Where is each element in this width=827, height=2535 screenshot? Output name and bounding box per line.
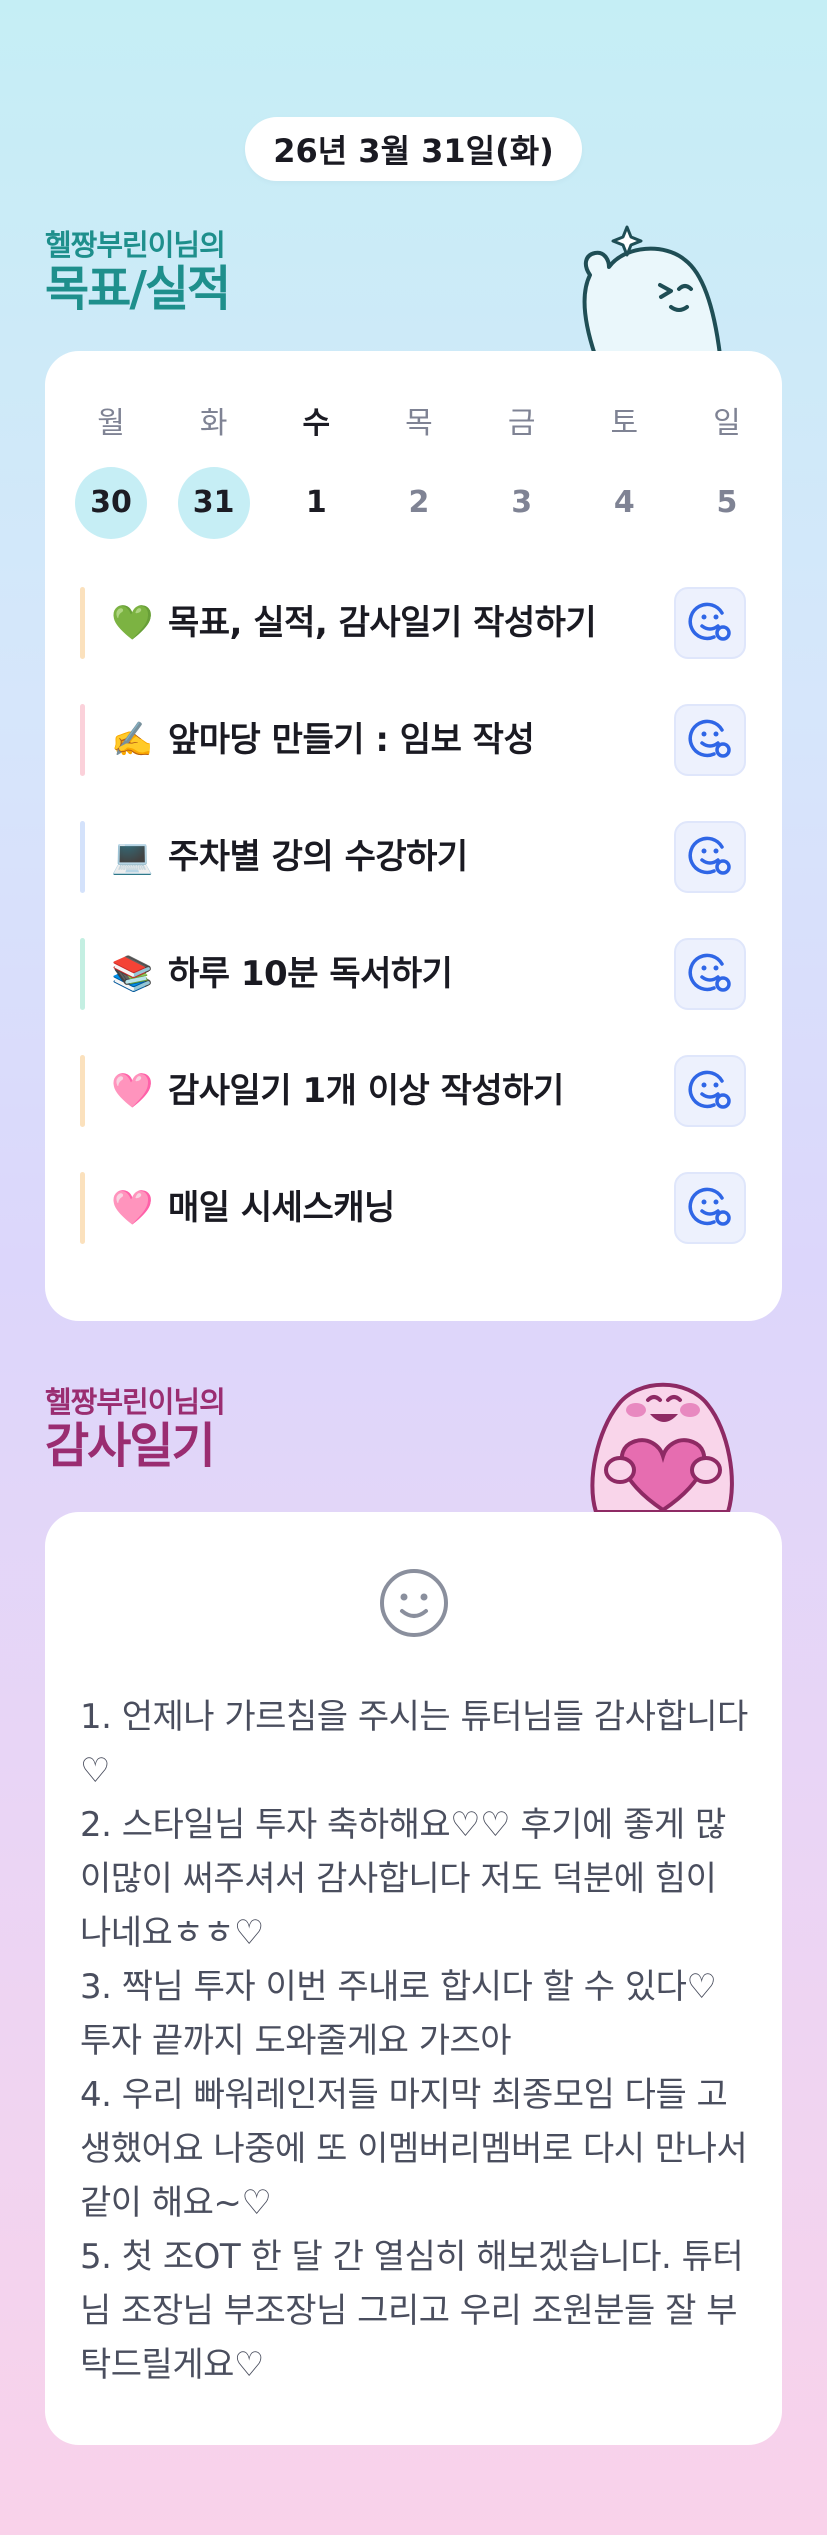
goal-item[interactable]: 💻 주차별 강의 수강하기 (80, 821, 752, 893)
goal-list: 💚 목표, 실적, 감사일기 작성하기 ✍️ 앞마당 만들기 : 임보 작성 💻 주차별 … (80, 587, 752, 1289)
smile-plus-icon (688, 599, 732, 647)
goal-color-bar (80, 1055, 85, 1127)
gratitude-line: 1. 언제나 가르침을 주시는 튜터님들 감사합니다♡ (80, 1697, 748, 1791)
calendar-day-date: 5 (716, 485, 738, 520)
calendar-day-label: 일 (713, 406, 741, 441)
calendar-day-label: 화 (199, 406, 228, 441)
calendar-day-date: 3 (511, 485, 533, 520)
goal-emoji: 🩷 (111, 1071, 154, 1111)
goal-item[interactable]: 🩷 감사일기 1개 이상 작성하기 (80, 1055, 752, 1127)
week-calendar: 월 30 화 31 수 1 목 2 금 3 토 4 일 5 (73, 403, 765, 539)
gratitude-heading-subtitle: 헬짱부린이님의 (45, 1385, 226, 1419)
calendar-day[interactable]: 토4 (586, 403, 662, 539)
calendar-day-date: 2 (408, 485, 430, 520)
goal-color-bar (80, 1172, 85, 1244)
gratitude-line: 3. 짝님 투자 이번 주내로 합시다 할 수 있다♡ 투자 끝까지 도와줄게요… (80, 1967, 717, 2061)
gratitude-heading: 헬짱부린이님의 감사일기 (45, 1385, 226, 1474)
smile-plus-icon (688, 1184, 732, 1232)
goal-color-bar (80, 938, 85, 1010)
smile-plus-icon (688, 1067, 732, 1115)
reaction-button[interactable] (674, 587, 746, 659)
smile-icon (380, 1569, 448, 1637)
goal-emoji: 🩷 (111, 1188, 154, 1228)
gratitude-line: 2. 스타일님 투자 축하해요♡♡ 후기에 좋게 많이많이 써주셔서 감사합니다… (80, 1805, 726, 1953)
calendar-day-date: 1 (305, 485, 327, 520)
goal-emoji: 💚 (111, 603, 154, 643)
goal-emoji: 📚 (111, 954, 154, 994)
goal-item[interactable]: 🩷 매일 시세스캐닝 (80, 1172, 752, 1244)
reaction-button[interactable] (674, 1172, 746, 1244)
goal-emoji: 💻 (111, 837, 154, 877)
goal-text: 앞마당 만들기 : 임보 작성 (168, 720, 535, 760)
goal-text: 하루 10분 독서하기 (168, 954, 453, 994)
calendar-day-label: 목 (405, 406, 433, 441)
reaction-button[interactable] (674, 704, 746, 776)
goal-color-bar (80, 704, 85, 776)
goal-color-bar (80, 587, 85, 659)
calendar-day-date: 4 (613, 485, 635, 520)
goals-heading-title: 목표/실적 (45, 261, 231, 317)
gratitude-heading-title: 감사일기 (45, 1418, 216, 1474)
calendar-day-date: 30 (75, 467, 147, 539)
goals-heading-subtitle: 헬짱부린이님의 (45, 228, 226, 262)
goal-item[interactable]: 📚 하루 10분 독서하기 (80, 938, 752, 1010)
goal-item[interactable]: 💚 목표, 실적, 감사일기 작성하기 (80, 587, 752, 659)
goals-card: 월 30 화 31 수 1 목 2 금 3 토 4 일 5 💚 목표, 실적, 감사일기 작성하기 ✍️ 앞마당… (45, 351, 782, 1321)
gratitude-text: 1. 언제나 가르침을 주시는 튜터님들 감사합니다♡ 2. 스타일님 투자 축하… (80, 1690, 750, 2392)
calendar-day-label: 월 (97, 406, 125, 441)
calendar-day[interactable]: 목2 (381, 403, 457, 539)
calendar-day-label: 금 (507, 406, 536, 441)
calendar-day-label: 토 (610, 406, 639, 441)
calendar-day[interactable]: 화 31 (176, 403, 252, 539)
ghost-mascot-illustration (582, 225, 722, 355)
goals-heading: 헬짱부린이님의 목표/실적 (45, 228, 231, 317)
calendar-day[interactable]: 월 30 (73, 403, 149, 539)
goal-emoji: ✍️ (111, 720, 154, 760)
gratitude-line: 4. 우리 빠워레인저들 마지막 최종모임 다들 고생했어요 나중에 또 이멤버… (80, 2075, 748, 2223)
calendar-day[interactable]: 금3 (484, 403, 560, 539)
smile-plus-icon (688, 716, 732, 764)
calendar-day-label: 수 (302, 406, 331, 441)
reaction-button[interactable] (674, 1055, 746, 1127)
goal-item[interactable]: ✍️ 앞마당 만들기 : 임보 작성 (80, 704, 752, 776)
heart-mascot-illustration (590, 1382, 734, 1512)
reaction-button[interactable] (674, 938, 746, 1010)
calendar-day[interactable]: 수1 (278, 403, 354, 539)
date-pill[interactable]: 26년 3월 31일(화) (245, 117, 582, 181)
goal-text: 목표, 실적, 감사일기 작성하기 (168, 603, 597, 643)
reaction-button[interactable] (674, 821, 746, 893)
goal-text: 주차별 강의 수강하기 (168, 837, 468, 877)
calendar-day-date: 31 (177, 467, 250, 539)
calendar-day[interactable]: 일5 (689, 403, 765, 539)
smile-plus-icon (688, 833, 732, 881)
goal-text: 매일 시세스캐닝 (168, 1188, 395, 1228)
goal-color-bar (80, 821, 85, 893)
smile-plus-icon (688, 950, 732, 998)
goal-text: 감사일기 1개 이상 작성하기 (168, 1071, 564, 1111)
gratitude-card: 1. 언제나 가르침을 주시는 튜터님들 감사합니다♡ 2. 스타일님 투자 축하… (45, 1512, 782, 2445)
gratitude-line: 5. 첫 조OT 한 달 간 열심히 해보겠습니다. 튜터님 조장님 부조장님 … (80, 2237, 744, 2385)
